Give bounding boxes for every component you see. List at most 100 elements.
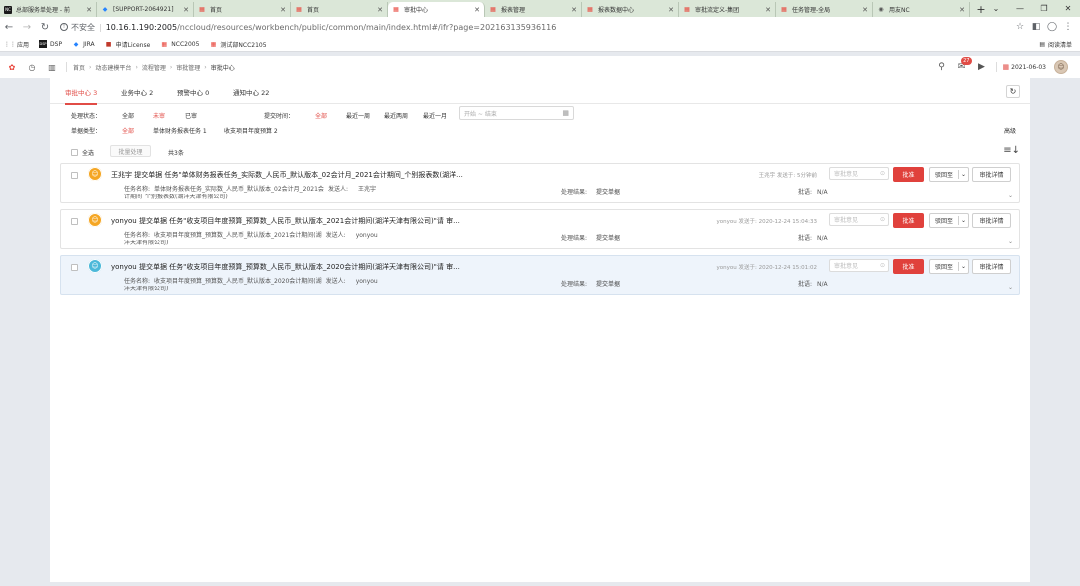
app-logo-icon[interactable]: ✿ [4,63,20,72]
refresh-button[interactable]: ↻ [1006,85,1020,98]
bookmark-item[interactable]: ◆ JIRA [72,40,95,48]
date-range-input[interactable]: 开始 ~ 结束 ▦ [459,106,574,120]
time-option-week[interactable]: 最近一周 [346,111,370,120]
item-checkbox[interactable] [71,218,78,225]
opinion-input[interactable]: 审批意见 ⊙ [829,259,889,272]
browser-tab[interactable]: NC 总部服务单处理 - 前 ✕ [0,2,97,17]
profile-icon[interactable]: ◯ [1044,22,1060,32]
tab-close-icon[interactable]: ✕ [183,6,189,14]
clock-icon[interactable]: ◷ [24,63,40,72]
bookmark-item[interactable]: ▦ 测试部NCC2105 [209,40,267,49]
browser-tab[interactable]: ◉ 用友NC ✕ [873,2,970,17]
tab-close-icon[interactable]: ✕ [571,6,577,14]
chevron-down-icon[interactable]: ⌄ [959,171,968,178]
tab-close-icon[interactable]: ✕ [474,6,480,14]
item-checkbox[interactable] [71,172,78,179]
time-option-month[interactable]: 最近一月 [423,111,447,120]
expand-chevron-icon[interactable]: ⌄ [1008,192,1013,199]
time-option-two-weeks[interactable]: 最近两周 [384,111,408,120]
doc-type-option-all[interactable]: 全部 [122,126,134,135]
browser-tab[interactable]: ▦ 任务管理-全局 ✕ [776,2,873,17]
url-field[interactable]: ! 不安全 | 10.16.1.190:2005/nccloud/resourc… [60,22,556,33]
breadcrumb-item[interactable]: 动态建模平台 [95,63,131,72]
building-icon[interactable]: ▥ [44,63,60,72]
avatar[interactable]: ☺ [1054,60,1068,74]
status-option-all[interactable]: 全部 [122,111,134,120]
opinion-input[interactable]: 审批意见 ⊙ [829,213,889,226]
tab-search-icon[interactable]: ⌄ [984,0,1008,17]
message-icon[interactable]: ✉ 27 [952,57,972,72]
reject-button[interactable]: 驳回至 ⌄ [929,259,969,274]
tab-close-icon[interactable]: ✕ [765,6,771,14]
tab-close-icon[interactable]: ✕ [668,6,674,14]
forward-icon[interactable]: → [18,22,36,33]
tab-close-icon[interactable]: ✕ [280,6,286,14]
back-icon[interactable]: ← [0,22,18,33]
bookmark-label: NCC2005 [171,40,200,48]
tab-close-icon[interactable]: ✕ [377,6,383,14]
tab-business-center[interactable]: 业务中心 2 [121,87,153,97]
expand-chevron-icon[interactable]: ⌄ [1008,284,1013,291]
bookmark-item[interactable]: ■ 申请License [105,40,150,49]
browser-tab[interactable]: ▦ 报表管理 ✕ [485,2,582,17]
minimize-icon[interactable]: — [1008,0,1032,17]
breadcrumb-item[interactable]: 审批管理 [176,63,200,72]
business-date[interactable]: ▦ 2021-06-03 [1003,63,1047,71]
bookmark-star-icon[interactable]: ☆ [1012,22,1028,32]
list-item[interactable]: ☺ yonyou 提交单据 任务"收支项目年度预算_预算数_人民币_默认版本_20… [60,209,1020,249]
approve-button[interactable]: 批准 [893,259,924,274]
approval-detail-button[interactable]: 审批详情 [972,167,1011,182]
select-all-label[interactable]: 全选 [82,148,94,157]
reload-icon[interactable]: ↻ [36,22,54,33]
restore-icon[interactable]: ❐ [1032,0,1056,17]
doc-type-option-budget[interactable]: 收支项目年度预算 2 [224,126,278,135]
doc-type-option-financial-report[interactable]: 单体财务报表任务 1 [153,126,207,135]
breadcrumb-item[interactable]: 流程管理 [142,63,166,72]
bookmark-item[interactable]: ▦ NCC2005 [160,40,199,48]
bookmark-item[interactable]: ⋮⋮ 应用 [4,40,29,49]
browser-tab[interactable]: ▦ 审批中心 ✕ [388,2,485,17]
item-title[interactable]: 王兆宇 提交单据 任务"单体财务报表任务_实际数_人民币_默认版本_02会计月_… [111,170,463,180]
search-icon[interactable]: ⚲ [932,62,952,72]
tab-close-icon[interactable]: ✕ [862,6,868,14]
list-item[interactable]: ☺ yonyou 提交单据 任务"收支项目年度预算_预算数_人民币_默认版本_20… [60,255,1020,295]
sort-icon[interactable]: ≡↓ [1003,145,1020,156]
browser-tab[interactable]: ▦ 首页 ✕ [291,2,388,17]
browser-tab[interactable]: ▦ 报表数据中心 ✕ [582,2,679,17]
browser-menu-icon[interactable]: ⋮ [1060,22,1076,32]
tab-close-icon[interactable]: ✕ [959,6,965,14]
opinion-input[interactable]: 审批意见 ⊙ [829,167,889,180]
tab-approval-center[interactable]: 审批中心 3 [65,87,98,105]
reject-button[interactable]: 驳回至 ⌄ [929,213,969,228]
breadcrumb-item[interactable]: 首页 [73,63,85,72]
extensions-icon[interactable]: ◧ [1028,22,1044,32]
bookmark-item[interactable]: DSP DSP [39,40,62,48]
time-option-all[interactable]: 全部 [315,111,327,120]
list-item[interactable]: ☺ 王兆宇 提交单据 任务"单体财务报表任务_实际数_人民币_默认版本_02会计月… [60,163,1020,203]
chevron-down-icon[interactable]: ⌄ [959,217,968,224]
close-window-icon[interactable]: ✕ [1056,0,1080,17]
tab-notice-center[interactable]: 通知中心 22 [233,87,269,97]
select-all-checkbox[interactable] [71,149,78,156]
browser-tab[interactable]: ▦ 审批流定义-集团 ✕ [679,2,776,17]
approve-button[interactable]: 批准 [893,167,924,182]
approval-detail-button[interactable]: 审批详情 [972,213,1011,228]
item-title[interactable]: yonyou 提交单据 任务"收支项目年度预算_预算数_人民币_默认版本_202… [111,262,460,272]
approve-button[interactable]: 批准 [893,213,924,228]
reject-button[interactable]: 驳回至 ⌄ [929,167,969,182]
tab-close-icon[interactable]: ✕ [86,6,92,14]
reading-list[interactable]: ▤ 阅读清单 [1039,37,1072,52]
video-icon[interactable]: ▶ [972,62,992,72]
browser-tab[interactable]: ◆ [SUPPORT-2064921] ✕ [97,2,194,17]
approval-detail-button[interactable]: 审批详情 [972,259,1011,274]
item-title[interactable]: yonyou 提交单据 任务"收支项目年度预算_预算数_人民币_默认版本_202… [111,216,460,226]
browser-tab[interactable]: ▦ 首页 ✕ [194,2,291,17]
status-option-pending[interactable]: 未审 [153,111,165,120]
expand-chevron-icon[interactable]: ⌄ [1008,238,1013,245]
tab-warning-center[interactable]: 预警中心 0 [177,87,209,97]
item-checkbox[interactable] [71,264,78,271]
advanced-filter-link[interactable]: 高级 [1004,126,1016,135]
batch-process-button[interactable]: 批量处理 [110,145,151,157]
chevron-down-icon[interactable]: ⌄ [959,263,968,270]
status-option-done[interactable]: 已审 [185,111,197,120]
